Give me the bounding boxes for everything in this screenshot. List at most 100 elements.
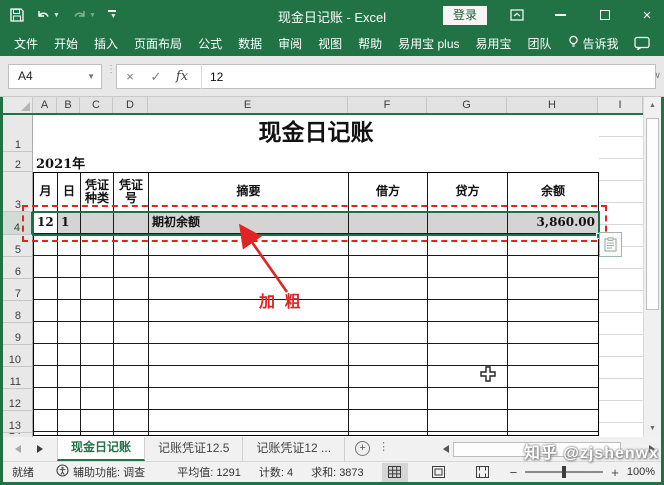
empty-cell[interactable] xyxy=(428,234,508,255)
empty-cell[interactable] xyxy=(428,300,508,321)
empty-cell[interactable] xyxy=(349,366,428,387)
scroll-down-icon[interactable]: ▼ xyxy=(644,420,661,437)
column-header-d[interactable]: D xyxy=(113,97,148,113)
new-sheet-button[interactable]: + xyxy=(355,441,370,456)
zoom-out-button[interactable]: − xyxy=(510,465,518,480)
column-header-e[interactable]: E xyxy=(148,97,348,113)
row-header-13[interactable]: 13 xyxy=(3,411,33,433)
tab-view[interactable]: 视图 xyxy=(310,35,350,52)
empty-cell[interactable] xyxy=(34,366,58,387)
row-header-5[interactable]: 5 xyxy=(3,235,33,257)
row-header-9[interactable]: 9 xyxy=(3,323,33,345)
sheet-options-icon[interactable]: ⋮ xyxy=(378,440,389,461)
sheet-tab-voucher-12[interactable]: 记账凭证12 ... xyxy=(243,437,345,461)
cell-d4-voucher-no[interactable] xyxy=(114,212,149,233)
close-button[interactable]: × xyxy=(632,0,662,30)
insert-function-icon[interactable]: fx xyxy=(169,69,195,84)
header-summary[interactable]: 摘要 xyxy=(149,173,349,211)
feedback-icon[interactable] xyxy=(634,36,650,50)
next-sheet-icon[interactable] xyxy=(37,445,43,453)
zoom-percentage[interactable]: 100% xyxy=(627,466,655,478)
tab-home[interactable]: 开始 xyxy=(46,35,86,52)
empty-cell[interactable] xyxy=(428,410,508,431)
empty-cell[interactable] xyxy=(349,234,428,255)
column-header-g[interactable]: G xyxy=(427,97,507,113)
formula-input[interactable]: 12 xyxy=(204,70,223,84)
status-count[interactable]: 计数: 4 xyxy=(259,464,293,480)
empty-cell[interactable] xyxy=(34,322,58,343)
empty-cell[interactable] xyxy=(58,322,81,343)
empty-cell[interactable] xyxy=(508,256,598,277)
empty-cell[interactable] xyxy=(58,366,81,387)
empty-cell[interactable] xyxy=(114,322,149,343)
tab-data[interactable]: 数据 xyxy=(230,35,270,52)
empty-cell[interactable] xyxy=(428,278,508,299)
row-header-10[interactable]: 10 xyxy=(3,345,33,367)
empty-cell[interactable] xyxy=(149,344,349,365)
empty-cell[interactable] xyxy=(114,300,149,321)
empty-cell[interactable] xyxy=(58,278,81,299)
column-header-a[interactable]: A xyxy=(33,97,57,113)
empty-cell[interactable] xyxy=(149,300,349,321)
header-month[interactable]: 月 xyxy=(34,173,58,211)
cancel-entry-icon[interactable]: × xyxy=(117,69,143,84)
name-box-dropdown-icon[interactable]: ▼ xyxy=(87,65,95,88)
header-day[interactable]: 日 xyxy=(58,173,81,211)
status-sum[interactable]: 求和: 3873 xyxy=(311,464,364,480)
empty-cell[interactable] xyxy=(81,322,114,343)
paste-options-button[interactable] xyxy=(599,232,622,257)
empty-cell[interactable] xyxy=(508,366,598,387)
prev-sheet-icon[interactable] xyxy=(15,445,21,453)
row-header-6[interactable]: 6 xyxy=(3,257,33,279)
empty-cell[interactable] xyxy=(114,366,149,387)
empty-cell[interactable] xyxy=(349,300,428,321)
empty-cell[interactable] xyxy=(34,344,58,365)
row-header-11[interactable]: 11 xyxy=(3,367,33,389)
header-credit[interactable]: 贷方 xyxy=(428,173,508,211)
empty-cell[interactable] xyxy=(428,322,508,343)
empty-cell[interactable] xyxy=(428,344,508,365)
tab-review[interactable]: 审阅 xyxy=(270,35,310,52)
ribbon-display-options-icon[interactable] xyxy=(502,0,532,30)
tab-insert[interactable]: 插入 xyxy=(86,35,126,52)
empty-cell[interactable] xyxy=(114,410,149,431)
empty-cell[interactable] xyxy=(349,388,428,409)
header-debit[interactable]: 借方 xyxy=(349,173,428,211)
normal-view-button[interactable] xyxy=(382,463,408,482)
empty-cell[interactable] xyxy=(428,388,508,409)
empty-cell[interactable] xyxy=(349,344,428,365)
empty-cell[interactable] xyxy=(81,300,114,321)
header-voucher-no[interactable]: 凭证号 xyxy=(114,173,149,211)
cell-b4-day[interactable]: 1 xyxy=(58,212,81,233)
empty-cell[interactable] xyxy=(58,256,81,277)
vertical-scrollbar[interactable]: ▲ ▼ xyxy=(643,97,661,437)
row-header-2[interactable]: 2 xyxy=(3,152,33,172)
row-header-8[interactable]: 8 xyxy=(3,301,33,323)
cell-a4-month[interactable]: 12 xyxy=(34,212,58,233)
row-header-4[interactable]: 4 xyxy=(3,212,33,235)
empty-cell[interactable] xyxy=(81,344,114,365)
sheet-tab-voucher-12-5[interactable]: 记账凭证12.5 xyxy=(145,437,243,461)
tab-formulas[interactable]: 公式 xyxy=(190,35,230,52)
tab-yiyongbao[interactable]: 易用宝 xyxy=(468,35,520,52)
name-box[interactable]: A4 ▼ xyxy=(8,64,102,89)
column-header-b[interactable]: B xyxy=(57,97,80,113)
row-header-3[interactable]: 3 xyxy=(3,172,33,212)
empty-cell[interactable] xyxy=(508,322,598,343)
expand-formula-bar-icon[interactable]: ∨ xyxy=(654,70,661,81)
cell-f4-debit[interactable] xyxy=(349,212,428,233)
empty-cell[interactable] xyxy=(34,410,58,431)
page-layout-view-button[interactable] xyxy=(426,463,452,482)
empty-cell[interactable] xyxy=(114,278,149,299)
column-header-h[interactable]: H xyxy=(507,97,598,113)
confirm-entry-icon[interactable]: ✓ xyxy=(143,69,169,85)
empty-cell[interactable] xyxy=(149,410,349,431)
empty-cell[interactable] xyxy=(114,256,149,277)
tab-yiyongbao-plus[interactable]: 易用宝 plus xyxy=(390,35,467,52)
empty-cell[interactable] xyxy=(34,388,58,409)
row-header-12[interactable]: 12 xyxy=(3,389,33,411)
empty-cell[interactable] xyxy=(428,256,508,277)
empty-cell[interactable] xyxy=(34,256,58,277)
cell-c4-voucher-type[interactable] xyxy=(81,212,114,233)
empty-cell[interactable] xyxy=(58,234,81,255)
